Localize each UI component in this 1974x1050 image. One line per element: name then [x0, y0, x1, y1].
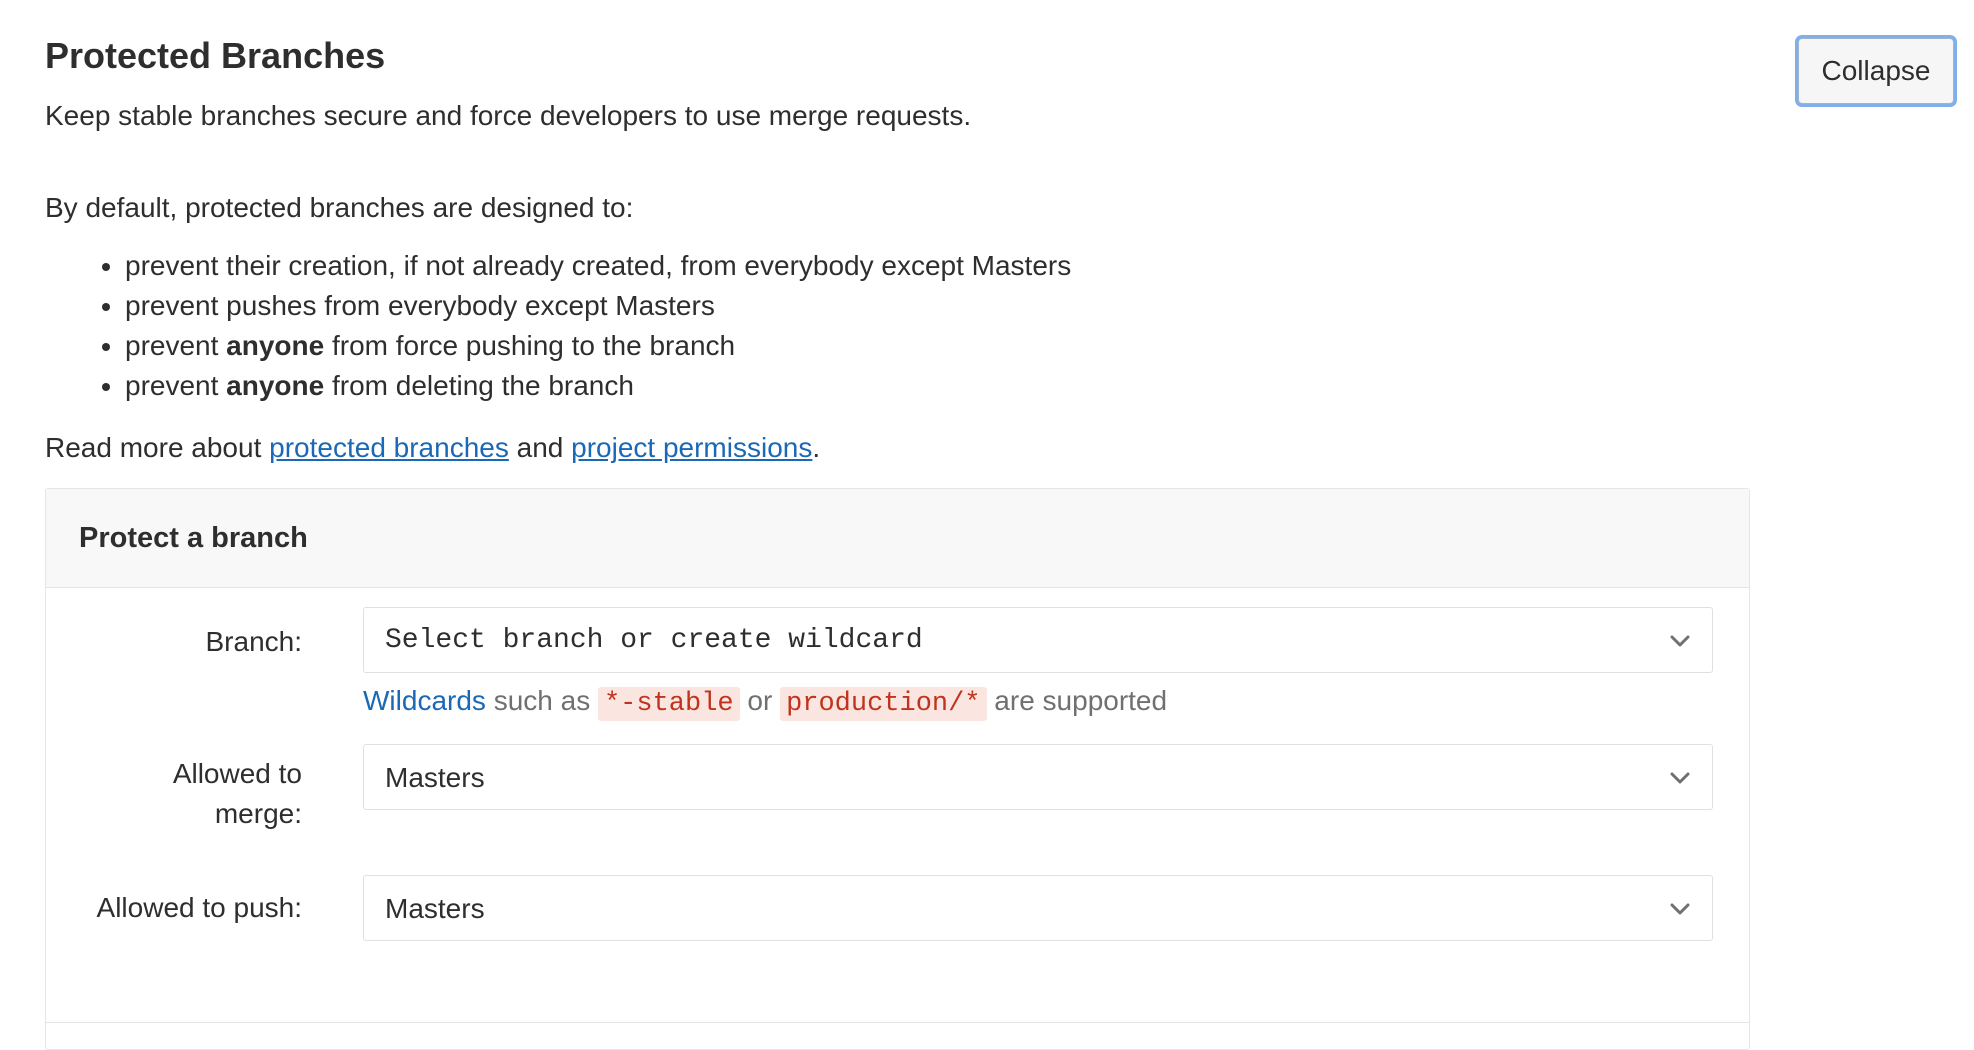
allowed-to-merge-select[interactable]: Masters — [363, 744, 1713, 810]
read-more-middle: and — [508, 432, 572, 463]
panel-header: Protect a branch — [46, 489, 1749, 588]
allowed-to-push-select[interactable]: Masters — [363, 875, 1713, 941]
rule-text: prevent their creation, if not already c… — [125, 250, 1072, 281]
list-item: prevent anyone from deleting the branch — [125, 366, 1071, 406]
branch-select[interactable]: Select branch or create wildcard — [363, 607, 1713, 673]
hint-text: or — [739, 685, 781, 716]
page-subtitle: Keep stable branches secure and force de… — [45, 100, 972, 131]
wildcards-link[interactable]: Wildcards — [363, 685, 486, 716]
chevron-down-icon — [1670, 772, 1690, 784]
code-production: production/* — [780, 687, 987, 721]
intro-text: By default, protected branches are desig… — [45, 192, 634, 223]
hint-text: are supported — [986, 685, 1168, 716]
branch-label: Branch: — [205, 626, 303, 657]
read-more-suffix: . — [812, 432, 821, 463]
protected-branches-link[interactable]: protected branches — [269, 432, 509, 463]
read-more-prefix: Read more about — [45, 432, 270, 463]
protect-branch-panel: Protect a branch Branch: Select branch o… — [45, 488, 1750, 1050]
panel-title: Protect a branch — [79, 522, 308, 554]
branch-select-value: Select branch or create wildcard — [385, 625, 923, 656]
collapse-button[interactable]: Collapse — [1798, 38, 1954, 104]
rule-text: from deleting the branch — [324, 370, 634, 401]
chevron-down-icon — [1670, 635, 1690, 647]
rule-emphasis: anyone — [226, 330, 325, 361]
rule-text: from force pushing to the branch — [324, 330, 736, 361]
protection-rules-list: prevent their creation, if not already c… — [45, 246, 1071, 406]
code-stable: *-stable — [597, 687, 740, 721]
hint-text: such as — [485, 685, 598, 716]
merge-select-value: Masters — [385, 762, 485, 793]
rule-text: prevent pushes from everybody except Mas… — [125, 290, 715, 321]
merge-label-line2: merge: — [214, 798, 302, 829]
push-label: Allowed to push: — [96, 892, 302, 923]
rule-emphasis: anyone — [226, 370, 325, 401]
merge-label-line1: Allowed to — [172, 758, 302, 789]
list-item: prevent anyone from force pushing to the… — [125, 326, 1071, 366]
panel-divider — [46, 1022, 1749, 1023]
list-item: prevent pushes from everybody except Mas… — [125, 286, 1071, 326]
wildcard-hint: Wildcards such as *-stable or production… — [363, 681, 1167, 724]
push-select-value: Masters — [385, 893, 485, 924]
project-permissions-link[interactable]: project permissions — [571, 432, 812, 463]
page-title: Protected Branches — [45, 35, 386, 76]
chevron-down-icon — [1670, 903, 1690, 915]
rule-text: prevent — [125, 370, 227, 401]
read-more-text: Read more about protected branches and p… — [45, 428, 820, 468]
merge-label: Allowed to merge: — [42, 754, 302, 834]
list-item: prevent their creation, if not already c… — [125, 246, 1071, 286]
rule-text: prevent — [125, 330, 227, 361]
